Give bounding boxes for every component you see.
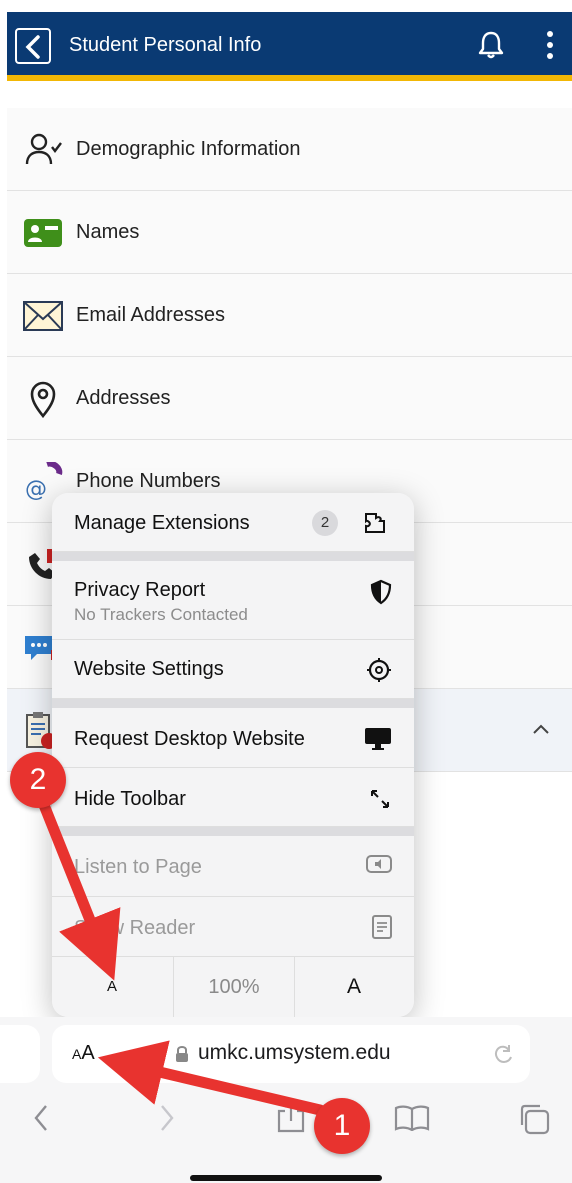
more-options-icon[interactable] <box>545 30 555 60</box>
show-reader-item[interactable]: Show Reader <box>52 897 414 957</box>
page-menu: Manage Extensions 2 Privacy Report No Tr… <box>52 493 414 1017</box>
privacy-report-subtitle: No Trackers Contacted <box>74 605 248 624</box>
website-settings-item[interactable]: Website Settings <box>52 640 414 699</box>
zoom-out-button[interactable]: A <box>52 957 172 1017</box>
list-item-demographic[interactable]: Demographic Information <box>7 108 572 191</box>
chevron-left-icon <box>25 35 40 59</box>
home-indicator <box>190 1175 382 1181</box>
privacy-report-item[interactable]: Privacy Report No Trackers Contacted <box>52 561 414 640</box>
resize-arrows-icon <box>371 790 389 808</box>
forward-nav-icon[interactable] <box>158 1103 176 1133</box>
manage-extensions-item[interactable]: Manage Extensions 2 <box>52 493 414 552</box>
menu-separator <box>52 552 414 561</box>
back-nav-icon[interactable] <box>32 1103 50 1133</box>
menu-item-label: Request Desktop Website <box>74 728 305 750</box>
browser-bottom-bar: AA umkc.umsystem.edu <box>0 1017 572 1183</box>
lock-icon <box>176 1046 188 1062</box>
reload-icon[interactable] <box>492 1042 514 1066</box>
listen-to-page-item[interactable]: Listen to Page <box>52 836 414 897</box>
url-text: umkc.umsystem.edu <box>198 1041 391 1064</box>
list-item-label: Demographic Information <box>76 138 301 160</box>
zoom-level[interactable]: 100% <box>173 957 295 1017</box>
list-item-label: Names <box>76 221 140 243</box>
zoom-controls: A 100% A <box>52 957 414 1017</box>
bookmarks-icon[interactable] <box>394 1105 430 1131</box>
list-item-label: Phone Numbers <box>76 470 221 492</box>
menu-item-label: Listen to Page <box>74 856 202 878</box>
shield-icon <box>370 579 392 605</box>
page-title: Student Personal Info <box>69 34 262 56</box>
list-item-names[interactable]: Names <box>7 191 572 274</box>
envelope-icon <box>23 301 63 331</box>
svg-text:@: @ <box>25 477 47 502</box>
tabs-icon[interactable] <box>518 1103 550 1135</box>
request-desktop-item[interactable]: Request Desktop Website <box>52 708 414 768</box>
menu-item-label: Privacy Report <box>74 579 206 601</box>
extensions-count-badge: 2 <box>312 510 338 536</box>
list-item-label: Addresses <box>76 387 171 409</box>
desktop-icon <box>365 728 391 750</box>
zoom-in-button[interactable]: A <box>294 957 414 1017</box>
menu-item-label: Hide Toolbar <box>74 788 186 810</box>
list-item-label: Email Addresses <box>76 304 225 326</box>
bell-icon[interactable] <box>477 30 505 60</box>
reader-icon <box>372 915 392 939</box>
puzzle-icon <box>365 513 385 533</box>
previous-tab-preview[interactable] <box>0 1025 40 1083</box>
list-item-addresses[interactable]: Addresses <box>7 357 572 440</box>
menu-separator <box>52 699 414 708</box>
chevron-up-icon[interactable] <box>532 723 550 735</box>
id-card-icon <box>24 219 62 247</box>
menu-item-label: Manage Extensions <box>74 512 250 534</box>
menu-item-label: Show Reader <box>74 917 196 939</box>
gear-icon <box>367 658 391 682</box>
annotation-badge-1: 1 <box>314 1098 370 1154</box>
back-button[interactable] <box>15 28 51 64</box>
app-header: Student Personal Info <box>7 12 572 81</box>
menu-item-label: Website Settings <box>74 658 224 680</box>
menu-separator <box>52 827 414 836</box>
list-item-email[interactable]: Email Addresses <box>7 274 572 357</box>
page-settings-button[interactable]: AA <box>72 1042 95 1065</box>
share-icon[interactable] <box>276 1099 306 1133</box>
speech-bubble-audio-icon <box>366 855 392 873</box>
aa-large-label: A <box>81 1042 95 1064</box>
hide-toolbar-item[interactable]: Hide Toolbar <box>52 768 414 827</box>
address-bar[interactable]: AA umkc.umsystem.edu <box>52 1025 530 1083</box>
person-check-icon <box>25 133 62 165</box>
annotation-badge-2: 2 <box>10 752 66 808</box>
aa-small-label: A <box>72 1046 82 1062</box>
location-pin-icon <box>30 381 56 419</box>
